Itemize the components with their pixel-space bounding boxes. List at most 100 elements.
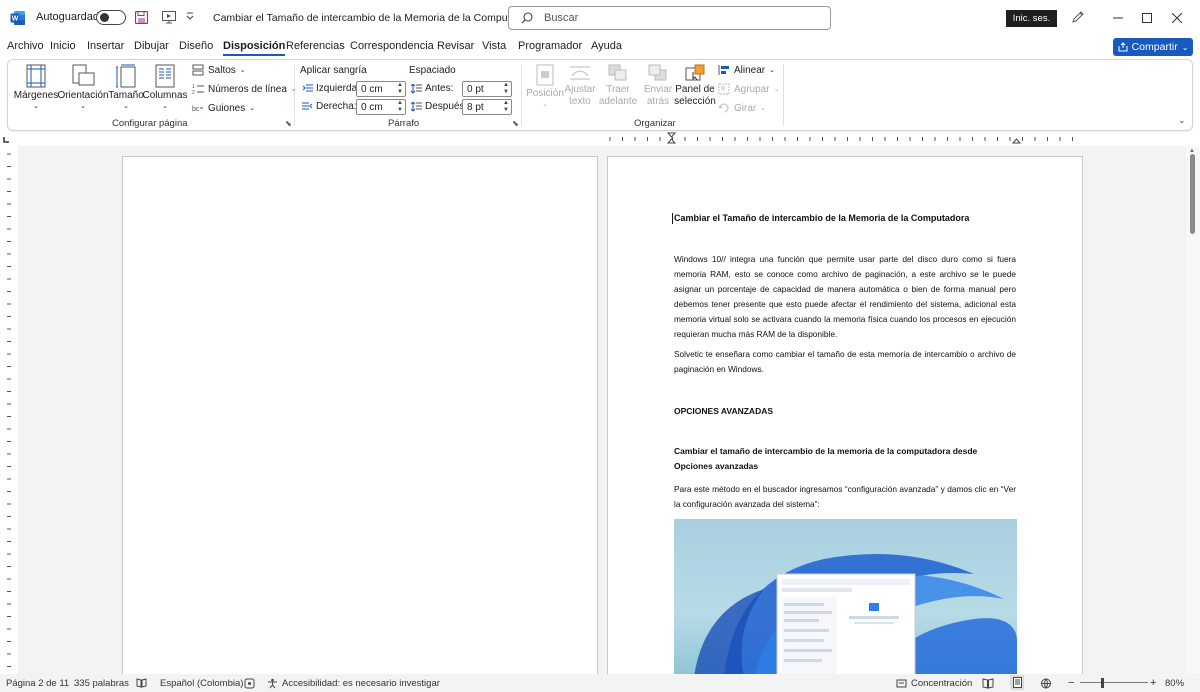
line-numbers-label: Números de línea <box>208 83 287 95</box>
share-label: Compartir <box>1131 41 1178 53</box>
print-layout-icon[interactable] <box>1010 675 1024 690</box>
doc-screenshot-image[interactable] <box>674 519 1017 674</box>
zoom-slider[interactable] <box>1080 682 1148 683</box>
indent-header: Aplicar sangría <box>300 65 367 76</box>
tab-referencias[interactable]: Referencias <box>286 40 345 52</box>
line-numbers-button[interactable]: 12 Números de línea⌄ <box>192 83 297 96</box>
tab-archivo[interactable]: Archivo <box>7 40 44 52</box>
spacing-before-label: Antes: <box>411 83 453 94</box>
proofing-status[interactable] <box>136 678 147 688</box>
indent-left-input[interactable]: 0 cm ▲ ▼ <box>356 81 406 97</box>
tab-ayuda[interactable]: Ayuda <box>591 40 622 52</box>
focus-icon <box>896 679 907 688</box>
language-status[interactable]: Español (Colombia) <box>160 678 243 689</box>
indent-right-input[interactable]: 0 cm ▲ ▼ <box>356 99 406 115</box>
spacing-after-input[interactable]: 8 pt ▲ ▼ <box>462 99 512 115</box>
zoom-in-button[interactable]: + <box>1150 677 1156 689</box>
horizontal-ruler[interactable] <box>0 132 1200 146</box>
page-right[interactable]: Cambiar el Tamaño de intercambio de la M… <box>607 156 1083 674</box>
tab-dibujar[interactable]: Dibujar <box>134 40 169 52</box>
document-canvas[interactable]: Cambiar el Tamaño de intercambio de la M… <box>18 146 1186 674</box>
autosave-toggle[interactable] <box>96 10 126 25</box>
zoom-slider-thumb[interactable] <box>1101 678 1104 688</box>
group-label-page-setup: Configurar página <box>112 118 188 129</box>
send-backward-button[interactable]: Enviar atrás <box>640 64 676 108</box>
document-title[interactable]: Cambiar el Tamaño de intercambio de la M… <box>213 12 550 24</box>
close-button[interactable] <box>1166 8 1188 28</box>
svg-text:W: W <box>12 16 19 23</box>
customize-toolbar-icon[interactable] <box>186 11 194 21</box>
doc-paragraph-1[interactable]: Windows 10// integra una función que per… <box>674 252 1016 342</box>
collapse-ribbon-icon[interactable]: ⌄ <box>1178 115 1186 126</box>
wrap-text-icon <box>570 66 590 80</box>
spacing-before-input[interactable]: 0 pt ▲ ▼ <box>462 81 512 97</box>
page-count[interactable]: Página 2 de 11 <box>6 678 69 689</box>
breaks-button[interactable]: Saltos ⌄ <box>192 64 246 76</box>
maximize-button[interactable] <box>1136 8 1158 28</box>
tab-inicio[interactable]: Inicio <box>50 40 76 52</box>
share-button[interactable]: Compartir ⌄ <box>1113 38 1193 56</box>
margins-button[interactable]: Márgenes ⌄ <box>13 64 59 110</box>
zoom-out-button[interactable]: − <box>1068 677 1074 689</box>
columns-icon <box>155 64 175 88</box>
tab-disposicion[interactable]: Disposición <box>223 40 286 56</box>
predictions-icon[interactable] <box>244 678 255 689</box>
selection-pane-button[interactable]: Panel de selección <box>674 64 716 108</box>
hyphenation-button[interactable]: bc Guiones ⌄ <box>192 102 255 114</box>
present-icon[interactable] <box>162 11 176 24</box>
bring-forward-icon <box>608 64 627 81</box>
margins-label: Márgenes <box>13 90 59 101</box>
doc-paragraph-2[interactable]: Solvetic te enseñara como cambiar el tam… <box>674 347 1016 377</box>
scrollbar-thumb[interactable] <box>1190 154 1195 234</box>
word-count[interactable]: 335 palabras <box>74 678 129 689</box>
wrap-text-button[interactable]: Ajustar texto <box>564 64 596 108</box>
size-icon <box>116 64 136 88</box>
sign-in-button[interactable]: Inic. ses. <box>1006 10 1057 27</box>
rotate-button[interactable]: Girar ⌄ <box>718 102 766 114</box>
minimize-button[interactable] <box>1107 8 1129 28</box>
group-icon <box>718 83 730 95</box>
group-button[interactable]: Agrupar ⌄ <box>718 83 779 95</box>
hyphenation-icon: bc <box>192 106 203 113</box>
tab-vista[interactable]: Vista <box>482 40 506 52</box>
accessibility-status[interactable]: Accesibilidad: es necesario investigar <box>267 678 440 689</box>
chevron-down-icon: ⌄ <box>123 103 129 110</box>
search-icon <box>521 12 533 24</box>
page-left[interactable] <box>122 156 598 674</box>
vertical-scrollbar[interactable]: ▲ <box>1186 146 1200 674</box>
chevron-down-icon: ⌄ <box>162 103 168 110</box>
tab-programador[interactable]: Programador <box>518 40 582 52</box>
position-icon <box>536 64 554 86</box>
group-label-arrange: Organizar <box>634 118 676 129</box>
tab-revisar[interactable]: Revisar <box>437 40 474 52</box>
web-layout-icon[interactable] <box>1040 678 1052 689</box>
title-bar: W Autoguardado Cambiar el Tamaño de inte… <box>0 0 1200 36</box>
breaks-icon <box>192 64 204 76</box>
chevron-down-icon: ⌄ <box>542 101 548 108</box>
read-mode-icon[interactable] <box>982 678 994 689</box>
tab-diseno[interactable]: Diseño <box>179 40 213 52</box>
tab-insertar[interactable]: Insertar <box>87 40 124 52</box>
save-icon[interactable] <box>135 11 148 24</box>
size-button[interactable]: Tamaño ⌄ <box>108 64 144 110</box>
columns-label: Columnas <box>142 90 188 101</box>
bring-forward-button[interactable]: Traer adelante <box>598 64 638 108</box>
chevron-down-icon: ⌄ <box>80 103 86 110</box>
dialog-launcher-icon[interactable]: ⬊ <box>285 119 292 128</box>
doc-title-text[interactable]: Cambiar el Tamaño de intercambio de la M… <box>674 213 969 223</box>
dialog-launcher-icon[interactable]: ⬊ <box>512 119 519 128</box>
doc-paragraph-3[interactable]: Para este método en el buscador ingresam… <box>674 482 1016 512</box>
doc-heading-1[interactable]: OPCIONES AVANZADAS <box>674 404 1016 419</box>
focus-button[interactable]: Concentración <box>896 678 972 689</box>
book-icon <box>136 678 147 688</box>
search-box[interactable]: Buscar <box>508 6 831 30</box>
doc-heading-2[interactable]: Cambiar el tamaño de intercambio de la m… <box>674 444 1016 474</box>
zoom-level[interactable]: 80% <box>1165 678 1184 689</box>
vertical-ruler[interactable] <box>0 146 18 674</box>
position-button[interactable]: Posición ⌄ <box>525 64 565 108</box>
pen-icon[interactable] <box>1071 10 1085 24</box>
align-button[interactable]: Alinear ⌄ <box>718 64 775 76</box>
orientation-button[interactable]: Orientación ⌄ <box>57 64 109 110</box>
columns-button[interactable]: Columnas ⌄ <box>142 64 188 110</box>
tab-correspondencia[interactable]: Correspondencia <box>350 40 434 52</box>
